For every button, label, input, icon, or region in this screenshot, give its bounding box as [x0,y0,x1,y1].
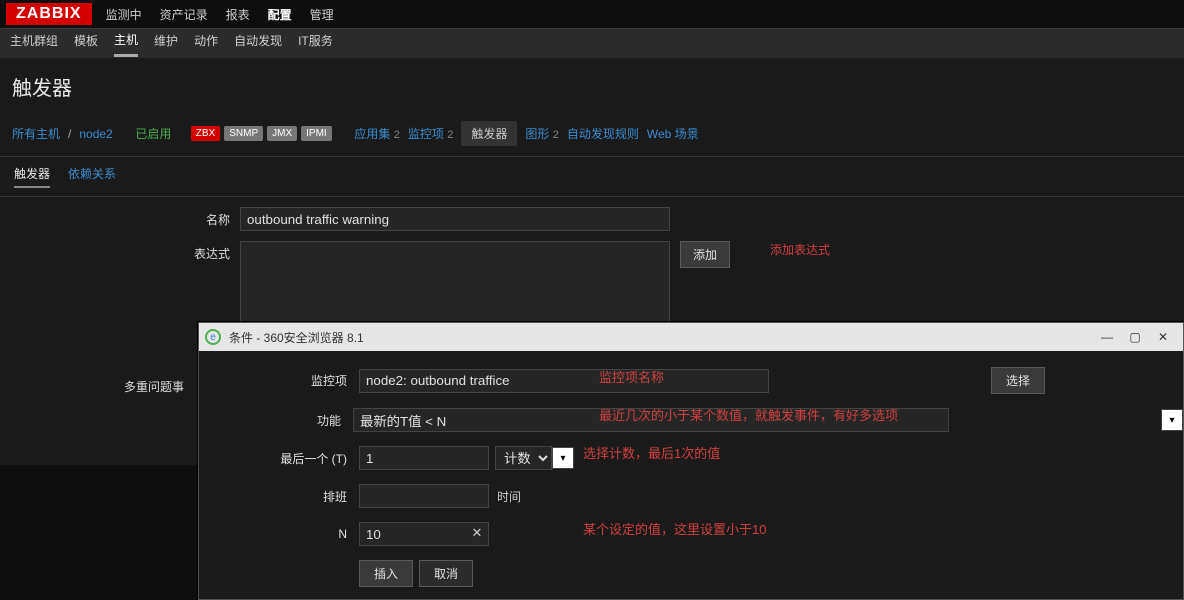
hosttab-items[interactable]: 监控项 2 [408,125,453,142]
annot-item: 监控项名称 [599,367,664,386]
hosttab-triggers[interactable]: 触发器 [461,121,517,146]
innertab-dependency[interactable]: 依赖关系 [68,165,116,188]
breadcrumb-allhosts[interactable]: 所有主机 [12,125,60,142]
innertab-trigger[interactable]: 触发器 [14,165,50,188]
condition-modal: e 条件 - 360安全浏览器 8.1 — ▢ ✕ 监控项 选择 功能 ▾ [198,322,1184,600]
logo: ZABBIX [6,3,92,25]
pill-snmp: SNMP [224,126,263,141]
insert-button[interactable]: 插入 [359,560,413,587]
window-minimize-button[interactable]: — [1093,327,1121,347]
subnav-discovery[interactable]: 自动发现 [234,32,282,55]
label-n: N [199,527,359,541]
pill-ipmi: IPMI [301,126,332,141]
shift-input[interactable] [359,484,489,508]
annot-func: 最近几次的小于某个数值，就触发事件，有好多选项 [599,405,898,424]
label-item: 监控项 [199,372,359,389]
label-name: 名称 [0,207,240,228]
topnav-admin[interactable]: 管理 [310,6,334,23]
label-multi: 多重问题事 [0,374,194,395]
last-t-input[interactable] [359,446,489,470]
label-last: 最后一个 (T) [199,450,359,467]
hosttab-web[interactable]: Web 场景 [647,125,699,142]
trigger-name-input[interactable] [240,207,670,231]
topnav-config[interactable]: 配置 [268,6,292,23]
breadcrumb: 所有主机 / node2 已启用 ZBX SNMP JMX IPMI 应用集 2… [0,113,1184,156]
topnav-inventory[interactable]: 资产记录 [160,6,208,23]
subnav-itservices[interactable]: IT服务 [298,32,333,55]
clear-n-icon[interactable]: ✕ [469,525,485,541]
modal-titlebar[interactable]: e 条件 - 360安全浏览器 8.1 — ▢ ✕ [199,323,1183,351]
top-nav: 监测中 资产记录 报表 配置 管理 [106,6,334,23]
topnav-monitoring[interactable]: 监测中 [106,6,142,23]
window-close-button[interactable]: ✕ [1149,327,1177,347]
page-title: 触发器 [0,58,1184,113]
browser-favicon-icon: e [205,329,221,345]
hosttab-graphs[interactable]: 图形 2 [525,125,558,142]
label-function: 功能 [199,412,353,429]
cancel-button[interactable]: 取消 [419,560,473,587]
select-item-button[interactable]: 选择 [991,367,1045,394]
annot-last: 选择计数，最后1次的值 [583,443,720,462]
subnav-templates[interactable]: 模板 [74,32,98,55]
status-enabled: 已启用 [135,125,171,142]
last-t-unit-select[interactable]: 计数 [495,446,552,470]
pill-jmx: JMX [267,126,297,141]
hosttab-applications[interactable]: 应用集 2 [354,125,399,142]
subnav-maintenance[interactable]: 维护 [154,32,178,55]
modal-title: 条件 - 360安全浏览器 8.1 [229,329,364,346]
window-maximize-button[interactable]: ▢ [1121,327,1149,347]
function-dropdown-icon[interactable]: ▾ [1161,409,1183,431]
topnav-reports[interactable]: 报表 [226,6,250,23]
hosttab-discovery[interactable]: 自动发现规则 [567,125,639,142]
item-input[interactable] [359,369,769,393]
annot-n: 某个设定的值，这里设置小于10 [583,519,766,538]
subnav-hostgroups[interactable]: 主机群组 [10,32,58,55]
breadcrumb-sep: / [68,127,71,141]
shift-unit-label: 时间 [495,488,521,505]
pill-zbx: ZBX [191,126,220,141]
last-t-unit-dropdown-icon[interactable]: ▾ [552,447,574,469]
annotation-add-expr: 添加表达式 [770,241,830,258]
add-expression-button[interactable]: 添加 [680,241,730,268]
subnav-actions[interactable]: 动作 [194,32,218,55]
label-shift: 排班 [199,488,359,505]
label-expression: 表达式 [0,241,240,262]
subnav-hosts[interactable]: 主机 [114,31,138,57]
breadcrumb-host[interactable]: node2 [79,127,112,141]
